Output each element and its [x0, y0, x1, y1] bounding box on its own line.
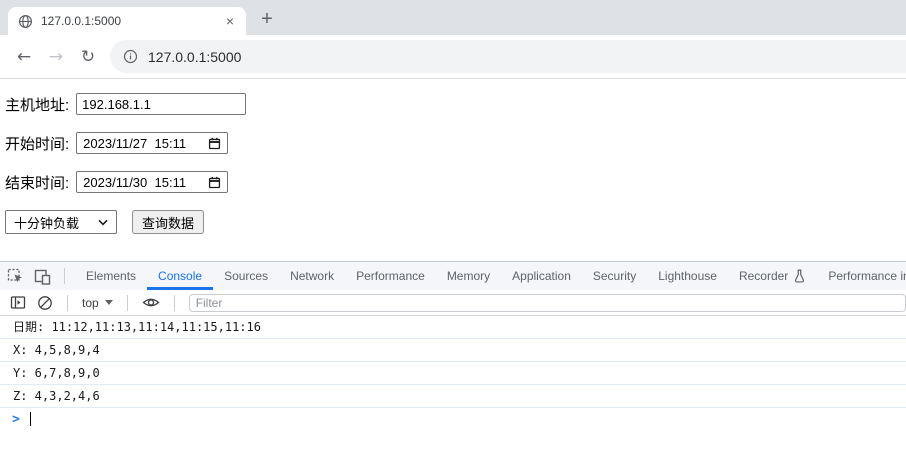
console-filter-input[interactable]	[189, 294, 906, 312]
console-message[interactable]: 日期: 11:12,11:13,11:14,11:15,11:16	[0, 316, 906, 339]
metric-select[interactable]: 十分钟负载	[5, 210, 117, 234]
tab-memory[interactable]: Memory	[436, 262, 501, 290]
globe-favicon-icon	[18, 14, 33, 29]
start-time-input[interactable]: 2023/11/27 15:11	[76, 132, 228, 154]
end-time-value: 2023/11/30 15:11	[83, 175, 186, 190]
calendar-icon[interactable]	[208, 176, 221, 189]
console-messages: 日期: 11:12,11:13,11:14,11:15,11:16 X: 4,5…	[0, 316, 906, 408]
page-content: 主机地址: 开始时间: 2023/11/27 15:11 结束时间: 2023/…	[0, 79, 906, 261]
divider	[127, 295, 128, 311]
console-message[interactable]: X: 4,5,8,9,4	[0, 339, 906, 362]
browser-tab-strip: 127.0.0.1:5000 × +	[0, 0, 906, 35]
tab-close-icon[interactable]: ×	[222, 13, 238, 29]
tab-security[interactable]: Security	[582, 262, 647, 290]
devtools-tab-bar: Elements Console Sources Network Perform…	[0, 262, 906, 290]
url-text: 127.0.0.1:5000	[148, 49, 241, 65]
tab-elements[interactable]: Elements	[75, 262, 147, 290]
host-input[interactable]	[76, 93, 246, 115]
tab-network[interactable]: Network	[279, 262, 345, 290]
back-icon[interactable]: ←	[8, 47, 40, 67]
forward-icon[interactable]: →	[40, 47, 72, 67]
host-label: 主机地址:	[5, 94, 69, 115]
end-time-input[interactable]: 2023/11/30 15:11	[76, 171, 228, 193]
divider	[174, 295, 175, 311]
toggle-device-toolbar-icon[interactable]	[34, 268, 51, 285]
info-icon[interactable]	[123, 49, 138, 64]
new-tab-button[interactable]: +	[254, 6, 280, 32]
tab-application[interactable]: Application	[501, 262, 582, 290]
metric-select-value: 十分钟负载	[14, 213, 79, 232]
tab-recorder[interactable]: Recorder	[728, 262, 817, 290]
tab-sources[interactable]: Sources	[213, 262, 279, 290]
live-expression-eye-icon[interactable]	[142, 295, 160, 310]
calendar-icon[interactable]	[208, 137, 221, 150]
text-cursor	[30, 412, 31, 426]
address-bar[interactable]: 127.0.0.1:5000	[110, 40, 906, 73]
prompt-chevron-icon: >	[12, 412, 20, 427]
tab-lighthouse[interactable]: Lighthouse	[647, 262, 728, 290]
console-prompt[interactable]: >	[0, 408, 906, 430]
flask-icon	[793, 269, 806, 283]
console-toolbar: top	[0, 290, 906, 316]
tab-console[interactable]: Console	[147, 262, 213, 290]
chevron-down-icon	[98, 219, 108, 226]
query-data-button[interactable]: 查询数据	[132, 210, 204, 234]
start-time-label: 开始时间:	[5, 133, 69, 154]
start-time-value: 2023/11/27 15:11	[83, 136, 186, 151]
divider	[64, 268, 65, 284]
tab-performance-insights[interactable]: Performance insights	[817, 262, 906, 290]
tab-performance[interactable]: Performance	[345, 262, 436, 290]
console-message[interactable]: Z: 4,3,2,4,6	[0, 385, 906, 408]
tab-title: 127.0.0.1:5000	[41, 14, 214, 28]
context-selector[interactable]: top	[82, 296, 113, 310]
divider	[67, 295, 68, 311]
devtools-panel: Elements Console Sources Network Perform…	[0, 261, 906, 430]
browser-toolbar: ← → ↻ 127.0.0.1:5000	[0, 35, 906, 79]
clear-console-icon[interactable]	[37, 295, 53, 311]
console-sidebar-icon[interactable]	[10, 295, 26, 310]
caret-down-icon	[105, 300, 113, 305]
reload-icon[interactable]: ↻	[72, 47, 104, 67]
console-message[interactable]: Y: 6,7,8,9,0	[0, 362, 906, 385]
browser-tab[interactable]: 127.0.0.1:5000 ×	[8, 7, 246, 35]
end-time-label: 结束时间:	[5, 172, 69, 193]
inspect-element-icon[interactable]	[7, 268, 24, 285]
